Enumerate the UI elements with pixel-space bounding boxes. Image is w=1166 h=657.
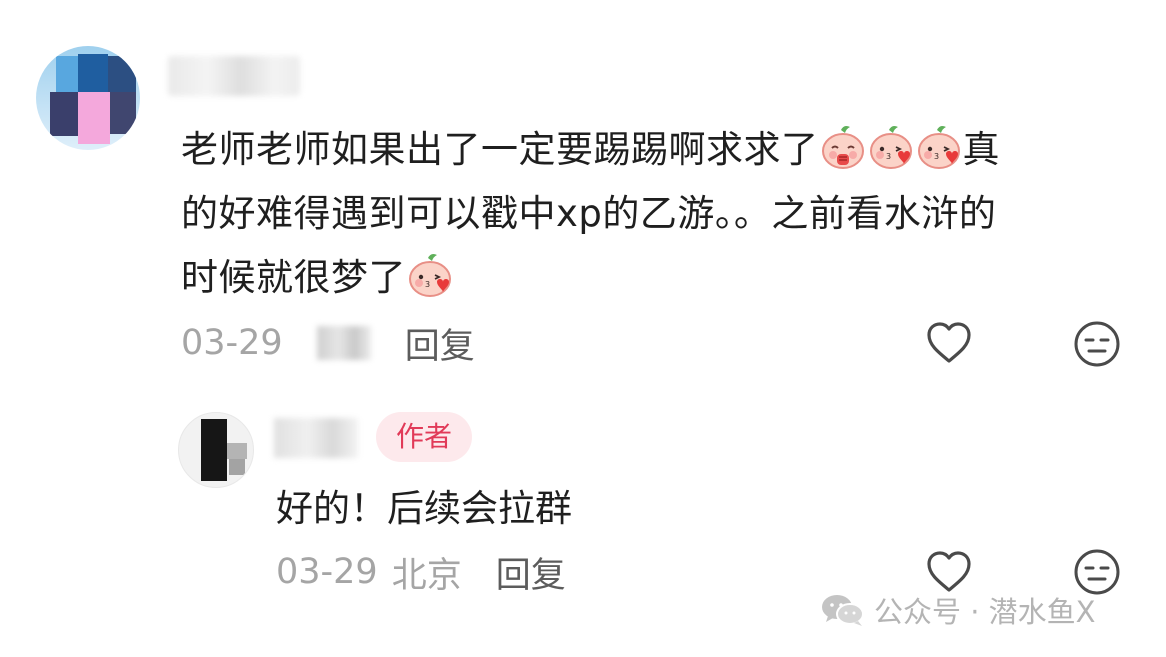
kiss-heart-peach-emoji: 3 <box>916 124 962 170</box>
comment-meta: 03-29 回复 <box>181 318 475 368</box>
comment-thread: 老师老师如果出了一定要踢踢啊求求了 3 3 真 的好难得遇到可以戳中xp的乙游。… <box>0 0 1166 657</box>
watermark-text: 公众号 · 潜水鱼X <box>874 595 1096 629</box>
kiss-heart-peach-emoji: 3 <box>868 124 914 170</box>
avatar-pixel-block <box>56 56 78 92</box>
author-avatar-image <box>201 419 247 481</box>
comment-text-line1-tail: 真 <box>962 128 1000 171</box>
avatar-pixel-block <box>78 54 108 92</box>
avatar-pixel-block <box>110 92 136 134</box>
reply-reply-button[interactable]: 回复 <box>496 547 566 598</box>
heart-outline-icon[interactable] <box>924 318 974 368</box>
svg-text:3: 3 <box>934 152 940 161</box>
comment-reply-button[interactable]: 回复 <box>405 318 475 369</box>
reply-meta: 03-29 北京 回复 <box>276 547 566 597</box>
kiss-heart-peach-emoji: 3 <box>407 252 453 298</box>
avatar-pixel-block <box>50 92 78 136</box>
author-name-redacted[interactable] <box>274 418 358 458</box>
comment-body: 老师老师如果出了一定要踢踢啊求求了 3 3 真 的好难得遇到可以戳中xp的乙游。… <box>181 118 1111 310</box>
pleading-peach-emoji <box>820 124 866 170</box>
comment-text-line2: 的好难得遇到可以戳中xp的乙游。。之前看水浒的 <box>181 192 997 235</box>
reply-date: 03-29 <box>276 552 378 592</box>
commenter-name-redacted[interactable] <box>168 56 300 96</box>
commenter-avatar[interactable] <box>36 46 140 150</box>
comment-text-line1: 老师老师如果出了一定要踢踢啊求求了 <box>181 128 819 171</box>
reply-location: 北京 <box>391 555 462 596</box>
watermark: 公众号 · 潜水鱼X <box>820 588 1096 632</box>
neutral-face-icon[interactable] <box>1072 319 1122 369</box>
avatar-pixel-block <box>78 92 110 144</box>
svg-text:3: 3 <box>886 152 892 161</box>
wechat-icon <box>820 592 866 628</box>
comment-date: 03-29 <box>181 323 283 363</box>
comment-text-line3: 时候就很梦了 <box>181 256 406 299</box>
svg-text:3: 3 <box>425 280 431 289</box>
reply-body: 好的！后续会拉群 <box>276 487 572 530</box>
comment-location-redacted <box>316 326 371 360</box>
avatar-pixel-block <box>108 56 136 92</box>
author-avatar[interactable] <box>178 412 254 488</box>
author-badge: 作者 <box>376 412 472 462</box>
